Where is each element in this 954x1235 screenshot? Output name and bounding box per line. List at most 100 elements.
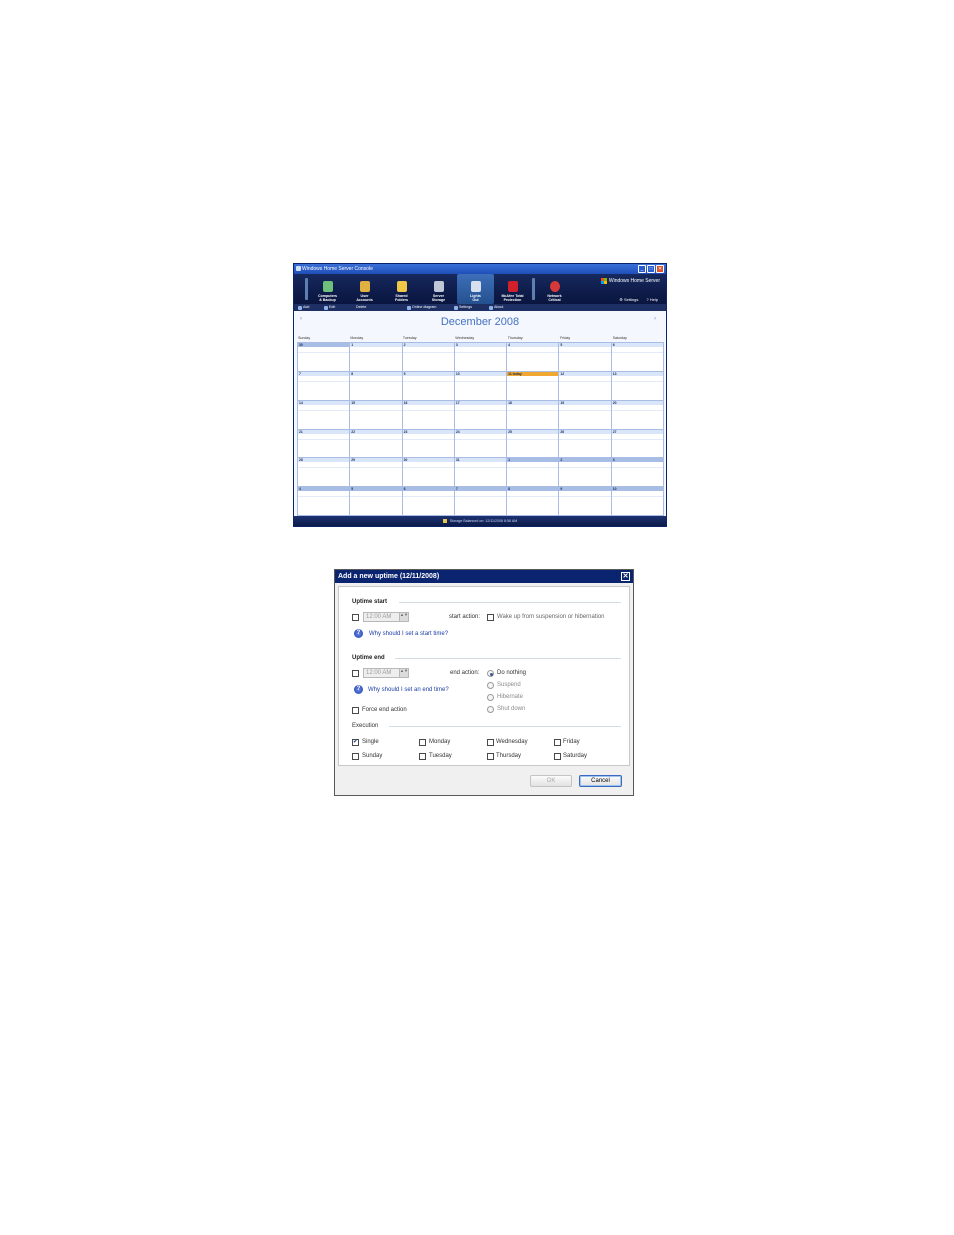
tab-lights-out[interactable]: Lights Out: [457, 274, 494, 304]
calendar-day-cell[interactable]: 20: [611, 400, 664, 430]
calendar-day-cell[interactable]: 28: [298, 458, 351, 488]
friday-checkbox[interactable]: [554, 739, 561, 746]
end-action-radio-hibernate[interactable]: [487, 694, 494, 701]
calendar-day-cell[interactable]: 30: [298, 343, 351, 372]
calendar-day-cell[interactable]: 9: [402, 371, 455, 401]
about-button[interactable]: About: [489, 304, 503, 311]
thursday-checkbox[interactable]: [487, 753, 494, 760]
calendar-day-cell[interactable]: 21: [298, 429, 351, 459]
calendar-day-cell[interactable]: 29: [350, 458, 403, 488]
uptime-end-time-field[interactable]: 12:00 AM ▲▼: [363, 668, 409, 678]
calendar-day-cell[interactable]: 7: [298, 371, 351, 401]
end-action-radio-shut-down[interactable]: [487, 706, 494, 713]
cell-divider: [298, 380, 350, 382]
saturday-checkbox[interactable]: [554, 753, 561, 760]
calendar-day-cell[interactable]: 22: [350, 429, 403, 459]
delete-button[interactable]: Delete: [356, 304, 366, 311]
calendar-day-cell[interactable]: 26: [559, 429, 612, 459]
calendar-day-cell[interactable]: 5: [559, 343, 612, 372]
calendar-day-cell[interactable]: 19: [559, 400, 612, 430]
tab-computers-backup[interactable]: Computers & Backup: [309, 274, 346, 304]
calendar-day-cell[interactable]: 17: [454, 400, 508, 430]
tab-server-storage[interactable]: Server Storage: [420, 274, 457, 304]
maximize-button[interactable]: □: [647, 265, 655, 273]
calendar-day-cell-today[interactable]: 11 today: [507, 371, 560, 401]
add-button[interactable]: Add: [298, 304, 309, 311]
dialog-close-button[interactable]: ✕: [621, 572, 630, 581]
calendar-day-cell[interactable]: 13: [611, 371, 664, 401]
calendar-day-cell[interactable]: 8: [507, 487, 560, 516]
cell-divider: [402, 352, 454, 353]
network-status-button[interactable]: Network Critical: [536, 274, 573, 304]
help-icon: ?: [646, 297, 649, 302]
ok-button[interactable]: OK: [530, 775, 572, 787]
cell-divider: [507, 380, 559, 382]
calendar-settings-button[interactable]: Settings: [454, 304, 472, 311]
spinner-arrows-icon[interactable]: ▲▼: [399, 669, 408, 677]
calendar-day-cell[interactable]: 7: [454, 487, 508, 516]
force-end-action-checkbox[interactable]: [352, 707, 359, 714]
tab-shared-folders[interactable]: Shared Folders: [383, 274, 420, 304]
help-link[interactable]: ? Help: [646, 297, 658, 302]
calendar-day-cell[interactable]: 31: [454, 458, 508, 488]
calendar-day-cell[interactable]: 6: [402, 487, 455, 516]
mcafee-icon: [507, 281, 518, 292]
calendar-day-cell[interactable]: 14: [298, 400, 351, 430]
calendar-day-cell[interactable]: 10: [454, 371, 508, 401]
next-month-button[interactable]: ›: [654, 316, 656, 322]
calendar-day-cell[interactable]: 25: [507, 429, 560, 459]
minimize-button[interactable]: _: [638, 265, 646, 273]
end-action-radio-do-nothing[interactable]: [487, 670, 494, 677]
calendar-day-cell[interactable]: 27: [611, 429, 664, 459]
calendar-day-cell[interactable]: 10: [611, 487, 664, 516]
tab-user-accounts[interactable]: User Accounts: [346, 274, 383, 304]
console-title-bar[interactable]: Windows Home Server Console _ □ ✕: [294, 264, 666, 274]
tuesday-checkbox[interactable]: [419, 753, 426, 760]
calendar-day-cell[interactable]: 1: [507, 458, 560, 488]
start-action-label: start action:: [449, 614, 481, 620]
wednesday-checkbox[interactable]: [487, 739, 494, 746]
computers-icon: [322, 281, 333, 292]
online-diagram-button[interactable]: Online diagram: [407, 304, 436, 311]
spinner-arrows-icon[interactable]: ▲▼: [399, 613, 408, 621]
calendar-day-cell[interactable]: 23: [402, 429, 455, 459]
end-time-help-link[interactable]: Why should I set an end time?: [368, 686, 449, 694]
uptime-end-checkbox[interactable]: [352, 670, 359, 677]
calendar-day-cell[interactable]: 16: [402, 400, 455, 430]
calendar-day-cell[interactable]: 6: [611, 343, 664, 372]
tab-mcafee-total-protection[interactable]: McAfee Total Protection: [494, 274, 531, 304]
start-time-help-link[interactable]: Why should I set a start time?: [369, 630, 448, 638]
calendar-day-cell[interactable]: 9: [559, 487, 612, 516]
calendar-day-cell[interactable]: 1: [350, 343, 403, 372]
calendar-day-cell[interactable]: 15: [350, 400, 403, 430]
tab-label: Out: [472, 298, 479, 302]
single-checkbox[interactable]: ✔: [352, 739, 359, 746]
calendar-day-cell[interactable]: 2: [559, 458, 612, 488]
calendar-day-cell[interactable]: 24: [454, 429, 508, 459]
calendar-day-cell[interactable]: 4: [507, 343, 560, 372]
sunday-checkbox[interactable]: [352, 753, 359, 760]
close-button[interactable]: ✕: [656, 265, 664, 273]
single-label: Single: [362, 739, 379, 745]
uptime-start-time-field[interactable]: 12:00 AM ▲▼: [363, 612, 409, 622]
calendar-day-cell[interactable]: 3: [611, 458, 664, 488]
calendar-day-cell[interactable]: 4: [298, 487, 351, 516]
dialog-title-bar[interactable]: Add a new uptime (12/11/2008) ✕: [335, 570, 633, 583]
calendar-day-cell[interactable]: 2: [402, 343, 455, 372]
calendar-day-cell[interactable]: 18: [507, 400, 560, 430]
uptime-start-time-value: 12:00 AM: [366, 614, 392, 620]
settings-link[interactable]: ⚙ Settings: [619, 297, 638, 302]
calendar-day-cell[interactable]: 5: [350, 487, 403, 516]
calendar-day-cell[interactable]: 12: [559, 371, 612, 401]
day-number: 5: [350, 487, 402, 492]
monday-checkbox[interactable]: [419, 739, 426, 746]
calendar-day-cell[interactable]: 3: [454, 343, 508, 372]
cancel-button[interactable]: Cancel: [579, 775, 622, 787]
calendar-day-cell[interactable]: 8: [350, 371, 403, 401]
calendar-day-cell[interactable]: 30: [402, 458, 455, 488]
cell-divider: [454, 409, 507, 411]
wake-up-checkbox[interactable]: [487, 614, 494, 621]
uptime-start-checkbox[interactable]: [352, 614, 359, 621]
edit-button[interactable]: Edit: [324, 304, 335, 311]
end-action-radio-suspend[interactable]: [487, 682, 494, 689]
